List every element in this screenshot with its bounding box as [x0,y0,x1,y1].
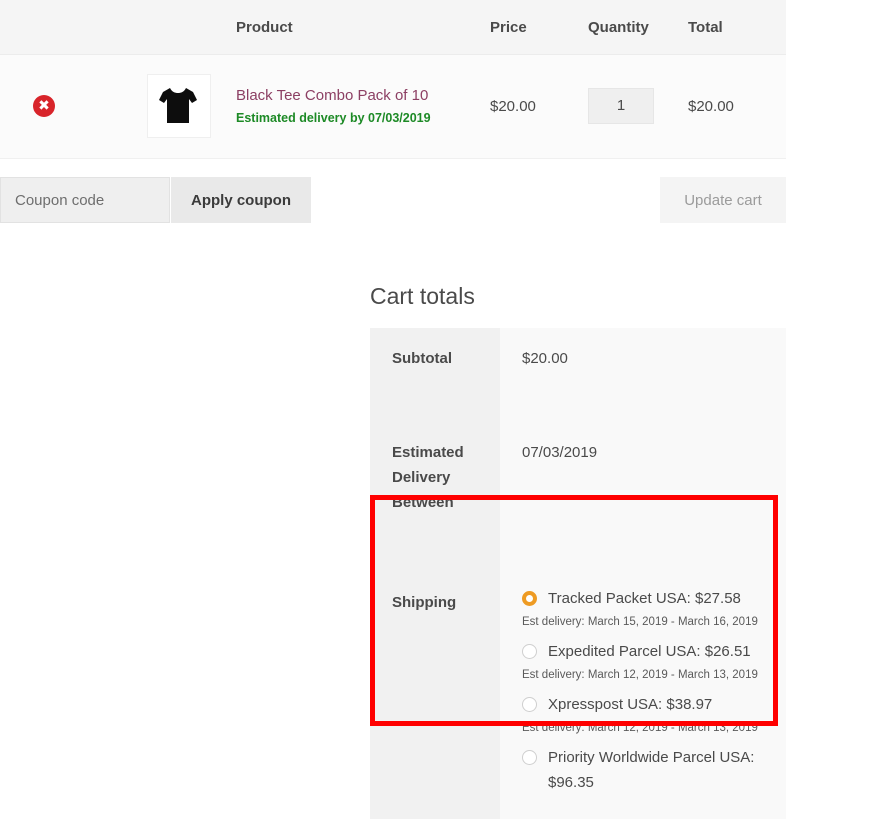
black-tshirt-thumbnail[interactable] [147,74,211,138]
shipping-option-xpresspost-usa[interactable]: Xpresspost USA: $38.97 [522,692,770,717]
column-header-quantity: Quantity [588,0,688,55]
product-line-total: $20.00 [688,54,786,159]
remove-item-cell: ✖ [0,54,88,159]
product-price: $20.00 [490,54,588,159]
totals-row-subtotal: Subtotal $20.00 [370,328,786,422]
cart-totals-table: Subtotal $20.00 Estimated Delivery Betwe… [370,328,786,819]
shipping-label: Shipping [370,568,500,819]
radio-button-icon[interactable] [522,697,537,712]
column-header-product: Product [236,0,490,55]
product-name-link[interactable]: Black Tee Combo Pack of 10 [236,86,490,106]
shipping-option-label[interactable]: Tracked Packet USA: $27.58 [548,586,741,611]
estimated-delivery-label: Estimated Delivery Between [370,422,500,568]
shipping-option-label[interactable]: Xpresspost USA: $38.97 [548,692,712,717]
quantity-input[interactable] [588,88,654,124]
shipping-option-expedited-parcel-usa[interactable]: Expedited Parcel USA: $26.51 [522,639,770,664]
product-estimated-delivery: Estimated delivery by 07/03/2019 [236,111,431,125]
shipping-option-label[interactable]: Priority Worldwide Parcel USA: $96.35 [548,745,770,795]
radio-button-icon[interactable] [522,591,537,606]
subtotal-label: Subtotal [370,328,500,422]
totals-row-estimated-delivery: Estimated Delivery Between 07/03/2019 [370,422,786,568]
totals-row-shipping: Shipping Tracked Packet USA: $27.58 Est … [370,568,786,819]
shipping-option-label[interactable]: Expedited Parcel USA: $26.51 [548,639,751,664]
cart-totals-section: Cart totals Subtotal $20.00 Estimated De… [370,282,786,819]
shipping-option-eta: Est delivery: March 15, 2019 - March 16,… [522,616,758,628]
column-header-thumbnail [88,0,236,55]
shipping-option-priority-worldwide-parcel-usa[interactable]: Priority Worldwide Parcel USA: $96.35 [522,745,770,795]
coupon-actions-row: Apply coupon Update cart [0,177,786,223]
subtotal-value: $20.00 [500,328,786,422]
shipping-options-cell: Tracked Packet USA: $27.58 Est delivery:… [500,568,786,819]
table-row: ✖ Black Tee Combo Pack of 10 Estimated d… [0,54,786,159]
shipping-option-eta: Est delivery: March 12, 2019 - March 13,… [522,722,758,734]
radio-button-icon[interactable] [522,644,537,659]
page-title: Cart totals [370,283,475,309]
remove-item-icon[interactable]: ✖ [33,95,55,117]
coupon-code-input[interactable] [0,177,170,223]
estimated-delivery-value: 07/03/2019 [500,422,786,568]
radio-button-icon[interactable] [522,750,537,765]
update-cart-button[interactable]: Update cart [660,177,786,223]
column-header-price: Price [490,0,588,55]
product-quantity-cell [588,54,688,159]
apply-coupon-button[interactable]: Apply coupon [171,177,311,223]
cart-table-header-row: Product Price Quantity Total [0,0,786,55]
product-thumbnail-cell [88,54,236,159]
cart-items-table: Product Price Quantity Total ✖ Black Tee… [0,0,786,159]
product-info-cell: Black Tee Combo Pack of 10 Estimated del… [236,54,490,159]
column-header-remove [0,0,88,55]
shipping-option-tracked-packet-usa[interactable]: Tracked Packet USA: $27.58 [522,586,770,611]
shipping-option-eta: Est delivery: March 12, 2019 - March 13,… [522,669,758,681]
column-header-total: Total [688,0,786,55]
